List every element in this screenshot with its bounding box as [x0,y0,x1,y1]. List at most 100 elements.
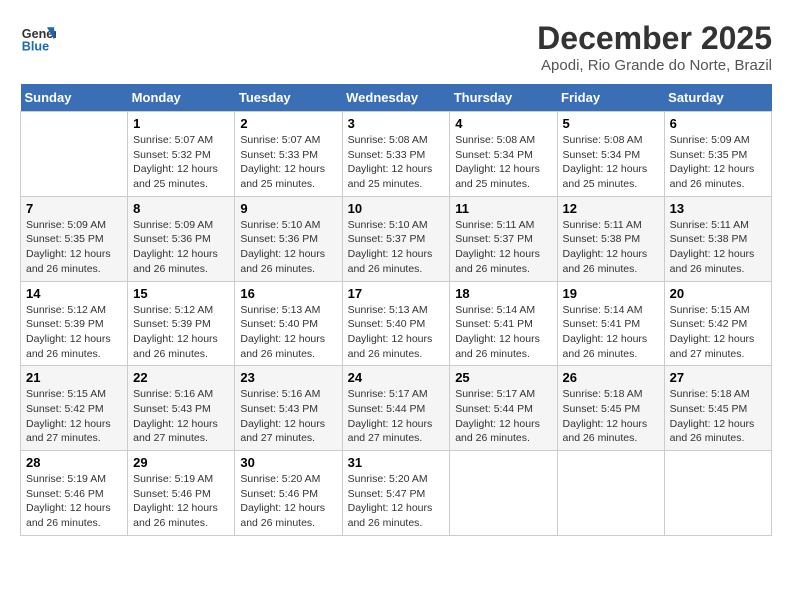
calendar-cell: 17 Sunrise: 5:13 AM Sunset: 5:40 PM Dayli… [342,281,450,366]
title-area: December 2025 Apodi, Rio Grande do Norte… [537,20,772,74]
day-number: 19 [563,286,659,301]
day-number: 24 [348,370,445,385]
day-number: 23 [240,370,336,385]
day-info: Sunrise: 5:08 AM Sunset: 5:34 PM Dayligh… [563,133,659,192]
day-info: Sunrise: 5:18 AM Sunset: 5:45 PM Dayligh… [670,387,766,446]
calendar-cell: 7 Sunrise: 5:09 AM Sunset: 5:35 PM Daylig… [21,196,128,281]
calendar-day-header: Saturday [664,84,771,112]
day-info: Sunrise: 5:10 AM Sunset: 5:37 PM Dayligh… [348,218,445,277]
day-number: 20 [670,286,766,301]
day-number: 1 [133,116,229,131]
day-info: Sunrise: 5:11 AM Sunset: 5:37 PM Dayligh… [455,218,551,277]
day-number: 8 [133,201,229,216]
calendar-cell: 11 Sunrise: 5:11 AM Sunset: 5:37 PM Dayli… [450,196,557,281]
calendar-cell: 3 Sunrise: 5:08 AM Sunset: 5:33 PM Daylig… [342,112,450,197]
calendar-week-row: 14 Sunrise: 5:12 AM Sunset: 5:39 PM Dayli… [21,281,772,366]
calendar-cell: 5 Sunrise: 5:08 AM Sunset: 5:34 PM Daylig… [557,112,664,197]
calendar-cell: 28 Sunrise: 5:19 AM Sunset: 5:46 PM Dayli… [21,451,128,536]
page-title: December 2025 [537,20,772,57]
day-info: Sunrise: 5:09 AM Sunset: 5:35 PM Dayligh… [670,133,766,192]
calendar-cell: 18Sunrise: 5:14 AM Sunset: 5:41 PM Dayli… [450,281,557,366]
day-info: Sunrise: 5:12 AM Sunset: 5:39 PM Dayligh… [133,303,229,362]
day-info: Sunrise: 5:12 AM Sunset: 5:39 PM Dayligh… [26,303,122,362]
day-info: Sunrise: 5:07 AM Sunset: 5:33 PM Dayligh… [240,133,336,192]
page-subtitle: Apodi, Rio Grande do Norte, Brazil [537,57,772,74]
logo: General Blue [20,20,56,56]
calendar-cell: 14 Sunrise: 5:12 AM Sunset: 5:39 PM Dayli… [21,281,128,366]
calendar-cell [664,451,771,536]
calendar-cell: 27Sunrise: 5:18 AM Sunset: 5:45 PM Dayli… [664,366,771,451]
calendar-cell: 15 Sunrise: 5:12 AM Sunset: 5:39 PM Dayli… [128,281,235,366]
calendar-day-header: Tuesday [235,84,342,112]
day-info: Sunrise: 5:19 AM Sunset: 5:46 PM Dayligh… [26,472,122,531]
calendar-cell: 20 Sunrise: 5:15 AM Sunset: 5:42 PM Dayli… [664,281,771,366]
day-info: Sunrise: 5:15 AM Sunset: 5:42 PM Dayligh… [670,303,766,362]
calendar-header-row: SundayMondayTuesdayWednesdayThursdayFrid… [21,84,772,112]
day-info: Sunrise: 5:17 AM Sunset: 5:44 PM Dayligh… [348,387,445,446]
day-info: Sunrise: 5:13 AM Sunset: 5:40 PM Dayligh… [240,303,336,362]
calendar-day-header: Friday [557,84,664,112]
day-number: 17 [348,286,445,301]
calendar-day-header: Sunday [21,84,128,112]
calendar-week-row: 28 Sunrise: 5:19 AM Sunset: 5:46 PM Dayli… [21,451,772,536]
day-info: Sunrise: 5:20 AM Sunset: 5:46 PM Dayligh… [240,472,336,531]
calendar-cell: 25 Sunrise: 5:17 AM Sunset: 5:44 PM Dayli… [450,366,557,451]
day-number: 7 [26,201,122,216]
day-info: Sunrise: 5:11 AM Sunset: 5:38 PM Dayligh… [670,218,766,277]
day-info: Sunrise: 5:07 AM Sunset: 5:32 PM Dayligh… [133,133,229,192]
day-info: Sunrise: 5:13 AM Sunset: 5:40 PM Dayligh… [348,303,445,362]
calendar-cell [557,451,664,536]
day-info: Sunrise: 5:11 AM Sunset: 5:38 PM Dayligh… [563,218,659,277]
calendar-week-row: 1 Sunrise: 5:07 AM Sunset: 5:32 PM Daylig… [21,112,772,197]
day-number: 26 [563,370,659,385]
day-number: 10 [348,201,445,216]
calendar-cell: 24 Sunrise: 5:17 AM Sunset: 5:44 PM Dayli… [342,366,450,451]
day-number: 25 [455,370,551,385]
page-header: General Blue December 2025 Apodi, Rio Gr… [20,20,772,74]
calendar-cell: 29Sunrise: 5:19 AM Sunset: 5:46 PM Dayli… [128,451,235,536]
day-number: 15 [133,286,229,301]
calendar-week-row: 7 Sunrise: 5:09 AM Sunset: 5:35 PM Daylig… [21,196,772,281]
day-number: 29 [133,455,229,470]
calendar-cell: 22 Sunrise: 5:16 AM Sunset: 5:43 PM Dayli… [128,366,235,451]
day-number: 28 [26,455,122,470]
calendar-cell [21,112,128,197]
day-info: Sunrise: 5:08 AM Sunset: 5:34 PM Dayligh… [455,133,551,192]
day-number: 16 [240,286,336,301]
calendar-day-header: Thursday [450,84,557,112]
day-info: Sunrise: 5:16 AM Sunset: 5:43 PM Dayligh… [240,387,336,446]
day-number: 12 [563,201,659,216]
day-number: 11 [455,201,551,216]
day-number: 3 [348,116,445,131]
day-info: Sunrise: 5:08 AM Sunset: 5:33 PM Dayligh… [348,133,445,192]
calendar-cell: 9Sunrise: 5:10 AM Sunset: 5:36 PM Daylig… [235,196,342,281]
day-number: 18 [455,286,551,301]
day-info: Sunrise: 5:10 AM Sunset: 5:36 PM Dayligh… [240,218,336,277]
day-number: 22 [133,370,229,385]
calendar-cell: 16 Sunrise: 5:13 AM Sunset: 5:40 PM Dayli… [235,281,342,366]
calendar-day-header: Monday [128,84,235,112]
calendar-cell: 4 Sunrise: 5:08 AM Sunset: 5:34 PM Daylig… [450,112,557,197]
calendar-cell: 8Sunrise: 5:09 AM Sunset: 5:36 PM Daylig… [128,196,235,281]
day-number: 5 [563,116,659,131]
svg-text:Blue: Blue [22,40,49,54]
calendar-cell: 21Sunrise: 5:15 AM Sunset: 5:42 PM Dayli… [21,366,128,451]
calendar-table: SundayMondayTuesdayWednesdayThursdayFrid… [20,84,772,536]
day-number: 4 [455,116,551,131]
calendar-week-row: 21Sunrise: 5:15 AM Sunset: 5:42 PM Dayli… [21,366,772,451]
calendar-cell: 6Sunrise: 5:09 AM Sunset: 5:35 PM Daylig… [664,112,771,197]
calendar-cell: 19 Sunrise: 5:14 AM Sunset: 5:41 PM Dayli… [557,281,664,366]
day-info: Sunrise: 5:15 AM Sunset: 5:42 PM Dayligh… [26,387,122,446]
day-number: 30 [240,455,336,470]
day-number: 2 [240,116,336,131]
day-info: Sunrise: 5:20 AM Sunset: 5:47 PM Dayligh… [348,472,445,531]
day-info: Sunrise: 5:09 AM Sunset: 5:35 PM Dayligh… [26,218,122,277]
day-number: 14 [26,286,122,301]
day-info: Sunrise: 5:18 AM Sunset: 5:45 PM Dayligh… [563,387,659,446]
calendar-cell: 10 Sunrise: 5:10 AM Sunset: 5:37 PM Dayli… [342,196,450,281]
day-info: Sunrise: 5:14 AM Sunset: 5:41 PM Dayligh… [563,303,659,362]
calendar-cell: 23 Sunrise: 5:16 AM Sunset: 5:43 PM Dayli… [235,366,342,451]
calendar-cell: 1 Sunrise: 5:07 AM Sunset: 5:32 PM Daylig… [128,112,235,197]
day-info: Sunrise: 5:16 AM Sunset: 5:43 PM Dayligh… [133,387,229,446]
day-info: Sunrise: 5:17 AM Sunset: 5:44 PM Dayligh… [455,387,551,446]
